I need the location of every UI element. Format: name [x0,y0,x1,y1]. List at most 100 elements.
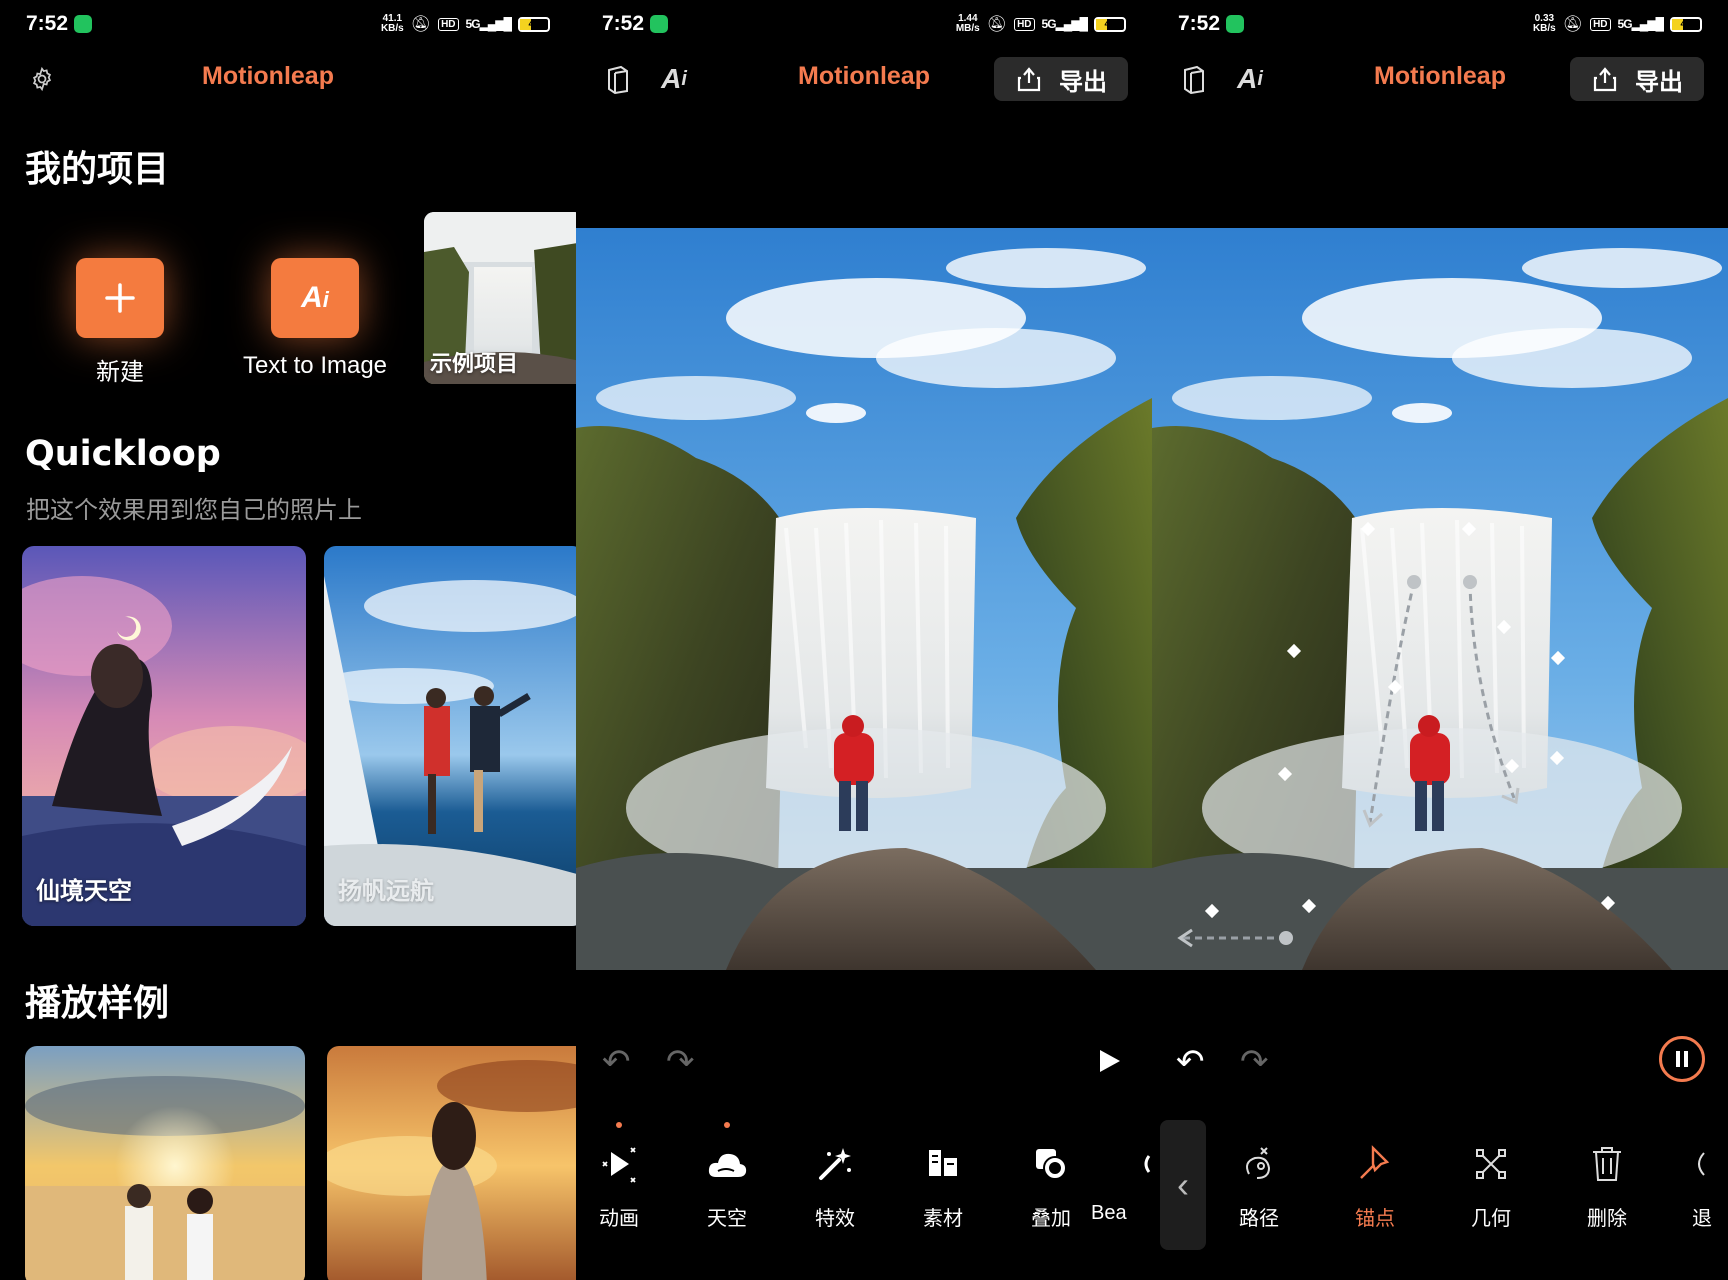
tool-geometry[interactable]: 几何 [1446,1110,1536,1231]
redo-icon[interactable]: ↷ [666,1042,695,1082]
elements-icon [898,1142,988,1186]
settings-gear-icon[interactable] [24,61,60,97]
app-brand: Motionleap [202,62,334,90]
quickloop-subtitle: 把这个效果用到您自己的照片上 [26,497,362,524]
share-icon [1593,67,1617,92]
play-icon [1100,1050,1120,1072]
wechat-icon [1226,15,1245,33]
tool-label: 几何 [1471,1208,1511,1230]
my-projects-title: 我的项目 [25,148,170,189]
tool-delete[interactable]: 删除 [1562,1110,1652,1231]
quickloop-card-label: 仙境天空 [36,878,132,905]
ai-icon[interactable]: Ai [1232,61,1268,97]
tool-sky[interactable]: 天空 [682,1110,772,1231]
animate-toolbar: 路径 锚点 几何 删除 退 [1152,1110,1728,1260]
playback-sample-couple[interactable] [25,1046,305,1280]
ai-icon[interactable]: Ai [656,61,692,97]
new-project-button[interactable] [76,258,164,338]
editor-screen: 7:52 1.44 MB/s 🔕︎ HD 5G▂▄▆█ 40 Ai Motionl… [576,0,1152,1280]
tool-label: 锚点 [1355,1208,1395,1230]
mute-icon: 🔕︎ [986,16,1008,33]
sample-project-label: 示例项目 [430,351,519,376]
battery-icon: 40 [1670,16,1702,32]
waterfall-photo [576,228,1152,970]
top-bar: Ai Motionleap 导出 [576,48,1152,110]
battery-icon: 40 [1094,16,1126,32]
playback-controls: ↶ ↷ [1152,1036,1728,1084]
beauty-icon [1091,1142,1151,1186]
export-label: 导出 [1635,68,1683,96]
hd-badge: HD [438,17,459,31]
new-indicator-dot [724,1122,730,1128]
text-to-image-label: Text to Image [242,352,388,379]
network-speed: 0.33 KB/s [1532,13,1556,34]
new-indicator-dot [616,1122,622,1128]
export-label: 导出 [1059,68,1107,96]
geometry-icon [1446,1142,1536,1186]
anchor-icon [1330,1142,1420,1186]
status-bar: 7:52 0.33 KB/s 🔕︎ HD 5G▂▄▆█ 40 [1152,0,1728,48]
pause-button[interactable] [1659,1036,1705,1082]
mute-icon: 🔕︎ [1562,16,1584,33]
battery-icon: 40 [518,16,550,32]
top-bar: Motionleap [0,48,576,110]
export-button[interactable]: 导出 [994,57,1128,101]
tool-effects[interactable]: 特效 [790,1110,880,1231]
tool-label: Bea [1091,1202,1127,1224]
sky-icon [682,1142,772,1186]
wechat-icon [74,15,93,33]
share-icon [1017,67,1041,92]
undo-icon[interactable]: ↶ [1176,1042,1205,1082]
effects-icon [790,1142,880,1186]
more-icon [1692,1142,1728,1186]
path-start-point [1463,575,1477,589]
tool-overlay[interactable]: 叠加 [1006,1110,1096,1231]
network-speed: 41.1 KB/s [380,13,404,34]
sample-project-card[interactable]: 示例项目 ••• [424,212,576,384]
tool-label: 删除 [1587,1208,1627,1230]
path-icon [1214,1142,1304,1186]
tool-label: 路径 [1239,1208,1279,1230]
quickloop-card-fairy-sky[interactable]: 仙境天空 [22,546,306,926]
path-start-point [1407,575,1421,589]
home-screen: 7:52 41.1 KB/s 🔕︎ HD 5G▂▄▆█ 40 Motionleap… [0,0,576,1280]
tool-label: 天空 [707,1208,747,1230]
playback-controls: ↶ ↷ [576,1036,1152,1084]
redo-icon[interactable]: ↷ [1240,1042,1269,1082]
status-bar: 7:52 1.44 MB/s 🔕︎ HD 5G▂▄▆█ 40 [576,0,1152,48]
tool-elements[interactable]: 素材 [898,1110,988,1231]
mute-icon: 🔕︎ [410,16,432,33]
projects-icon[interactable] [1176,61,1212,97]
playback-sample-woman[interactable] [327,1046,576,1280]
quickloop-title: Quickloop [25,434,221,474]
projects-icon[interactable] [600,61,636,97]
animate-screen: 7:52 0.33 KB/s 🔕︎ HD 5G▂▄▆█ 40 Ai Motionl… [1152,0,1728,1280]
ai-icon: Ai [301,281,329,314]
network-speed: 1.44 MB/s [955,13,980,34]
plus-icon [105,283,135,313]
status-bar: 7:52 41.1 KB/s 🔕︎ HD 5G▂▄▆█ 40 [0,0,576,48]
path-start-point [1279,931,1293,945]
undo-icon[interactable]: ↶ [602,1042,631,1082]
photo-canvas[interactable] [1152,228,1728,970]
play-button[interactable] [1098,1048,1122,1079]
status-time: 7:52 [602,12,645,35]
tool-label: 素材 [923,1208,963,1230]
tool-more[interactable]: 退 [1692,1110,1728,1231]
tool-anchor[interactable]: 锚点 [1330,1110,1420,1231]
tool-animate[interactable]: 动画 [576,1110,664,1231]
tool-path[interactable]: 路径 [1214,1110,1304,1231]
pause-icon [1676,1051,1688,1067]
tool-beauty[interactable]: Bea [1091,1110,1151,1225]
top-bar: Ai Motionleap 导出 [1152,48,1728,110]
quickloop-card-sailing[interactable]: 扬帆远航 [324,546,576,926]
tool-label: 叠加 [1031,1208,1071,1230]
signal-icon: 5G▂▄▆█ [1617,17,1664,31]
tool-label: 特效 [815,1208,855,1230]
photo-canvas[interactable] [576,228,1152,970]
editor-toolbar: 动画 天空 特效 素材 叠加 Bea [576,1110,1152,1260]
export-button[interactable]: 导出 [1570,57,1704,101]
new-project-label: 新建 [96,359,144,386]
playback-samples-title: 播放样例 [25,982,170,1023]
text-to-image-button[interactable]: Ai [271,258,359,338]
